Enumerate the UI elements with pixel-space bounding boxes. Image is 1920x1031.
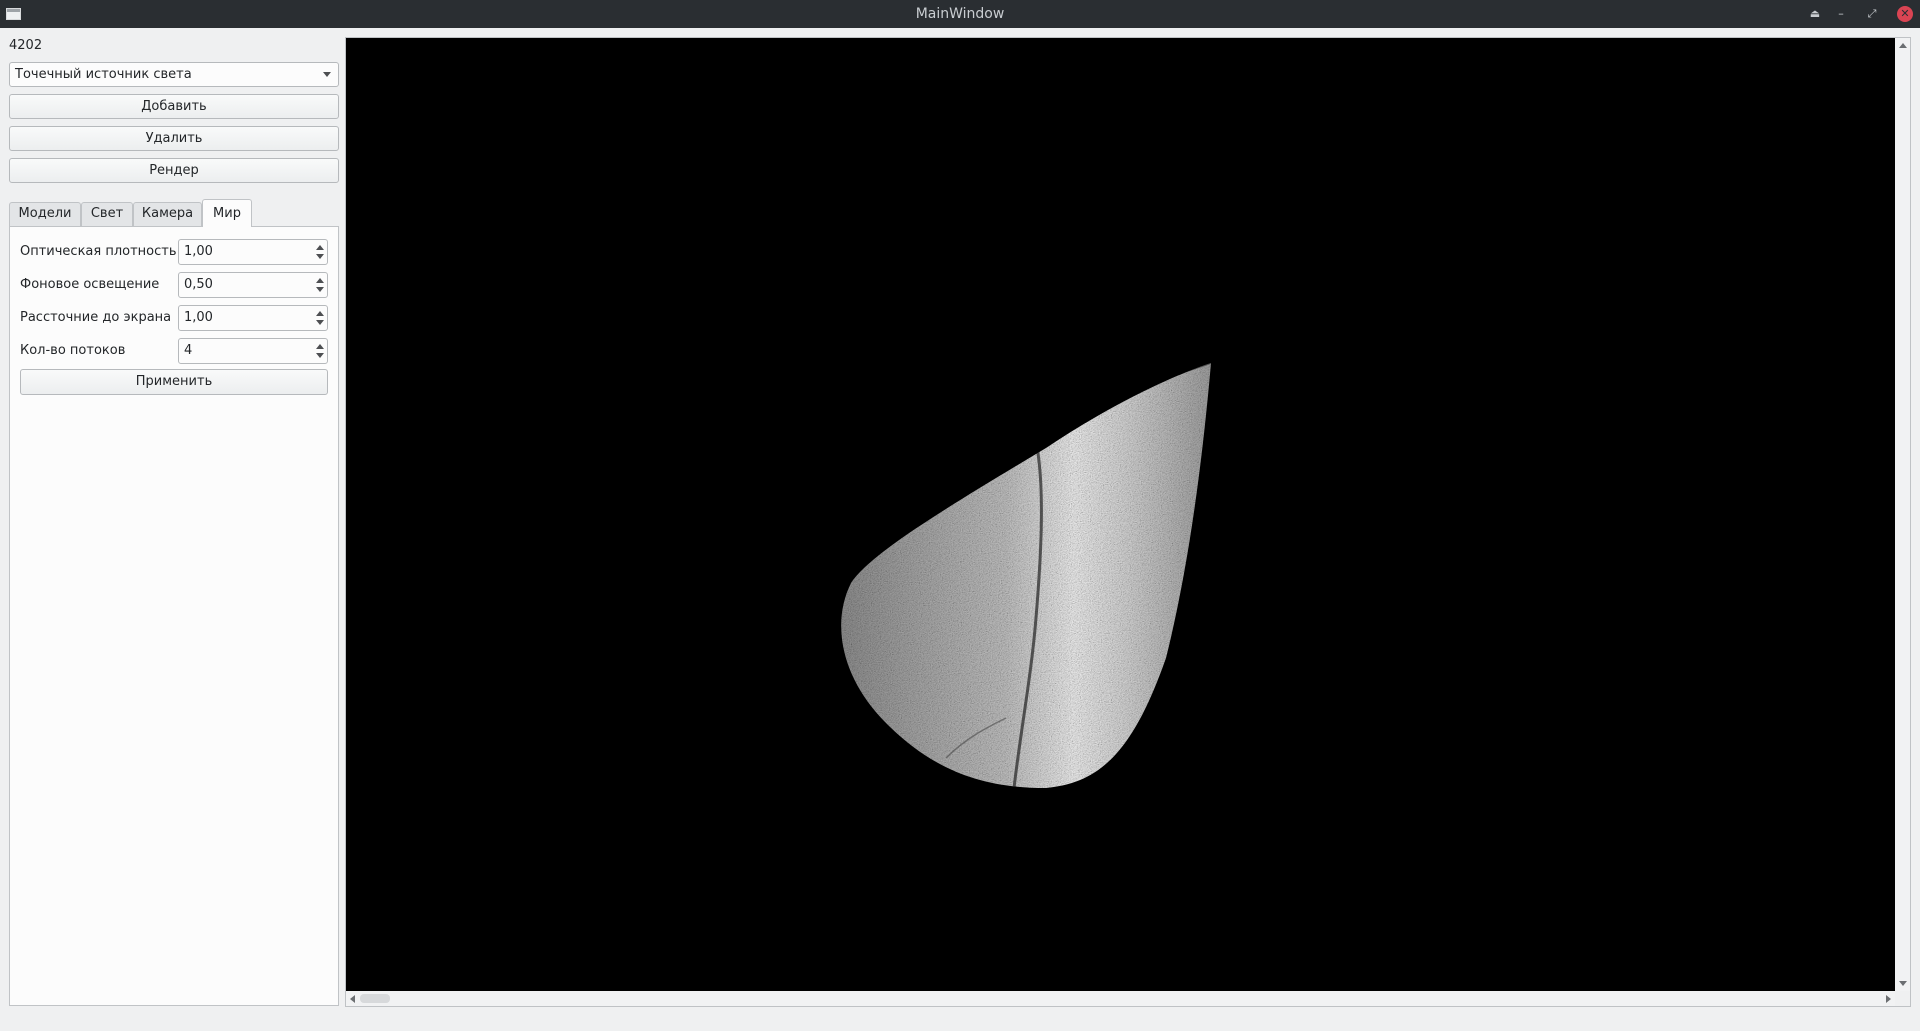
tab-models[interactable]: Модели	[9, 202, 81, 226]
spin-up-icon[interactable]	[316, 245, 324, 250]
title-bar: MainWindow ⏏ – ⤢ ✕	[0, 0, 1920, 28]
spin-up-icon[interactable]	[316, 311, 324, 316]
spin-up-icon[interactable]	[316, 344, 324, 349]
scroll-up-icon[interactable]	[1899, 43, 1907, 48]
maximize-icon[interactable]: ⤢	[1864, 6, 1880, 22]
tab-light[interactable]: Свет	[81, 202, 133, 226]
world-settings-pane: Оптическая плотность 1,00 Фоновое освеще…	[9, 226, 339, 1006]
spin-down-icon[interactable]	[316, 287, 324, 292]
ambient-light-label: Фоновое освещение	[20, 277, 160, 292]
minimize-icon[interactable]: –	[1833, 6, 1849, 22]
optical-density-label: Оптическая плотность	[20, 244, 177, 259]
keep-above-icon[interactable]: ⏏	[1807, 6, 1823, 22]
vertical-scrollbar[interactable]	[1895, 38, 1910, 991]
horizontal-scroll-handle[interactable]	[360, 994, 390, 1003]
threads-spinbox[interactable]: 4	[178, 338, 328, 364]
scroll-right-icon[interactable]	[1886, 995, 1891, 1003]
optical-density-spinbox[interactable]: 1,00	[178, 239, 328, 265]
close-icon[interactable]: ✕	[1897, 6, 1913, 22]
horizontal-scrollbar[interactable]	[346, 991, 1895, 1006]
render-viewport[interactable]	[346, 38, 1895, 991]
optical-density-value: 1,00	[184, 244, 213, 259]
tab-world[interactable]: Мир	[202, 199, 252, 227]
ambient-light-spinbox[interactable]: 0,50	[178, 272, 328, 298]
render-button[interactable]: Рендер	[9, 158, 339, 183]
rendered-cone-image	[841, 363, 1211, 788]
vertical-scroll-track[interactable]	[1899, 54, 1906, 984]
spin-up-icon[interactable]	[316, 278, 324, 283]
object-type-combobox[interactable]: Точечный источник света	[9, 62, 339, 87]
chevron-down-icon	[323, 72, 331, 77]
window-title: MainWindow	[915, 6, 1005, 22]
tab-camera[interactable]: Камера	[133, 202, 202, 226]
delete-button[interactable]: Удалить	[9, 126, 339, 151]
spin-down-icon[interactable]	[316, 353, 324, 358]
threads-label: Кол-во потоков	[20, 343, 126, 358]
scroll-left-icon[interactable]	[350, 995, 355, 1003]
screen-distance-value: 1,00	[184, 310, 213, 325]
spin-down-icon[interactable]	[316, 320, 324, 325]
screen-distance-label: Рассточние до экрана	[20, 310, 172, 325]
add-button[interactable]: Добавить	[9, 94, 339, 119]
threads-value: 4	[184, 343, 193, 358]
screen-distance-spinbox[interactable]: 1,00	[178, 305, 328, 331]
spin-down-icon[interactable]	[316, 254, 324, 259]
object-type-selected: Точечный источник света	[15, 67, 192, 82]
object-id-label: 4202	[9, 38, 43, 53]
ambient-light-value: 0,50	[184, 277, 213, 292]
apply-button[interactable]: Применить	[20, 369, 328, 395]
scroll-down-icon[interactable]	[1899, 981, 1907, 986]
